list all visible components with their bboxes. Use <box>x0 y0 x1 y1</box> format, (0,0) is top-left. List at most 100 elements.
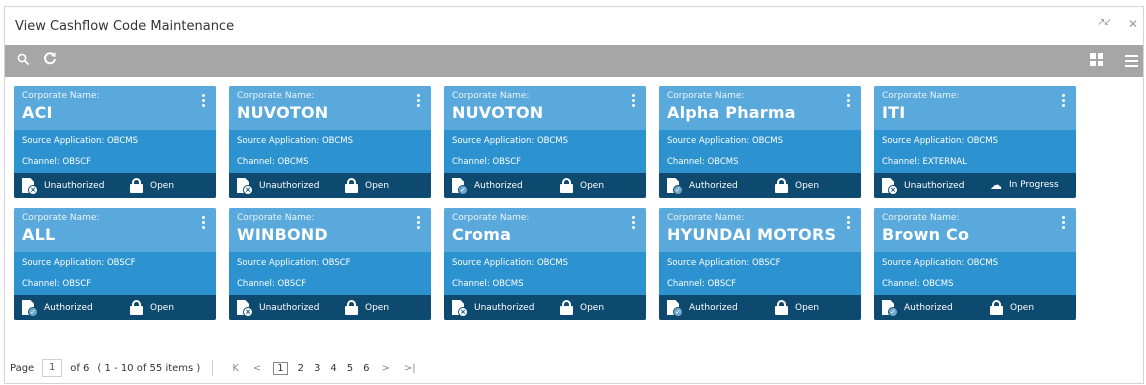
status-label: Open <box>150 180 175 191</box>
page-number-1[interactable]: 1 <box>273 361 288 375</box>
first-page-icon[interactable]: K <box>232 363 239 374</box>
page-number-5[interactable]: 5 <box>347 363 353 374</box>
authorization-label: Unauthorized <box>44 180 105 191</box>
authorization-label: Authorized <box>44 302 93 313</box>
record-status: Open <box>560 300 604 315</box>
kebab-menu-icon[interactable] <box>847 216 851 231</box>
kebab-menu-icon[interactable] <box>1062 94 1066 109</box>
next-page-icon[interactable]: > <box>382 363 390 374</box>
corporate-name-label: Corporate Name: <box>452 213 530 223</box>
card-header: Corporate Name: ALL <box>14 208 216 252</box>
kebab-menu-icon[interactable] <box>417 216 421 231</box>
corporate-card[interactable]: Corporate Name: Croma Source Application… <box>444 208 646 320</box>
corporate-name-label: Corporate Name: <box>22 213 100 223</box>
card-details: Source Application: OBCMS Channel: OBCMS <box>874 252 1076 295</box>
record-status: Open <box>130 300 174 315</box>
grid-view-icon[interactable] <box>1090 53 1103 66</box>
cross-badge-icon: × <box>458 306 468 317</box>
channel: Channel: OBCMS <box>452 279 524 289</box>
card-footer: ✓ Authorized Open <box>659 173 861 198</box>
list-view-icon[interactable] <box>1125 55 1138 70</box>
status-label: Open <box>580 180 605 191</box>
kebab-menu-icon[interactable] <box>847 94 851 109</box>
kebab-menu-icon[interactable] <box>417 94 421 109</box>
channel: Channel: OBSCF <box>22 157 92 167</box>
search-icon[interactable] <box>17 53 30 70</box>
minimize-icon[interactable]: ↗↙ <box>1097 17 1112 28</box>
unlock-icon <box>775 300 788 315</box>
corporate-card[interactable]: Corporate Name: ACI Source Application: … <box>14 86 216 198</box>
corporate-name-label: Corporate Name: <box>882 91 960 101</box>
authorization-label: Unauthorized <box>474 302 535 313</box>
unlock-icon <box>345 178 358 193</box>
status-label: Open <box>1010 302 1035 313</box>
cross-badge-icon: × <box>243 184 253 195</box>
corporate-card[interactable]: Corporate Name: HYUNDAI MOTORS Source Ap… <box>659 208 861 320</box>
card-header: Corporate Name: NUVOTON <box>444 86 646 130</box>
card-footer: ✓ Authorized Open <box>444 173 646 198</box>
page-number-6[interactable]: 6 <box>363 363 369 374</box>
cross-badge-icon: × <box>28 184 38 195</box>
corporate-name-label: Corporate Name: <box>882 213 960 223</box>
check-badge-icon: ✓ <box>458 184 468 195</box>
source-application: Source Application: OBCMS <box>667 136 783 146</box>
source-application: Source Application: OBCMS <box>452 258 568 268</box>
close-icon[interactable]: ✕ <box>1128 17 1138 31</box>
corporate-name: Alpha Pharma <box>667 103 796 122</box>
in-progress-icon: ☁ <box>990 178 1002 192</box>
corporate-card[interactable]: Corporate Name: NUVOTON Source Applicati… <box>229 86 431 198</box>
unlock-icon <box>130 300 143 315</box>
corporate-card[interactable]: Corporate Name: NUVOTON Source Applicati… <box>444 86 646 198</box>
page-number-4[interactable]: 4 <box>330 363 336 374</box>
source-application: Source Application: OBSCF <box>237 258 351 268</box>
page-label: Page <box>10 362 35 374</box>
check-badge-icon: ✓ <box>28 306 38 317</box>
unlock-icon <box>130 178 143 193</box>
card-details: Source Application: OBCMS Channel: EXTER… <box>874 130 1076 173</box>
source-application: Source Application: OBSCF <box>667 258 781 268</box>
authorization-label: Unauthorized <box>904 180 965 191</box>
authorization-status: × Unauthorized <box>237 178 319 195</box>
card-footer: × Unauthorized Open <box>444 295 646 320</box>
source-application: Source Application: OBCMS <box>882 136 998 146</box>
record-status: Open <box>775 300 819 315</box>
kebab-menu-icon[interactable] <box>202 216 206 231</box>
corporate-card[interactable]: Corporate Name: WINBOND Source Applicati… <box>229 208 431 320</box>
unlock-icon <box>560 178 573 193</box>
cross-badge-icon: × <box>243 306 253 317</box>
card-footer: × Unauthorized Open <box>229 295 431 320</box>
authorization-label: Unauthorized <box>259 302 320 313</box>
corporate-card[interactable]: Corporate Name: Brown Co Source Applicat… <box>874 208 1076 320</box>
status-label: Open <box>365 180 390 191</box>
page-number-2[interactable]: 2 <box>298 363 304 374</box>
authorization-status: ✓ Authorized <box>882 300 953 317</box>
corporate-name-label: Corporate Name: <box>237 213 315 223</box>
corporate-card[interactable]: Corporate Name: ITI Source Application: … <box>874 86 1076 198</box>
prev-page-icon[interactable]: < <box>253 363 261 374</box>
kebab-menu-icon[interactable] <box>632 94 636 109</box>
source-application: Source Application: OBSCF <box>22 258 136 268</box>
last-page-icon[interactable]: >| <box>404 363 416 374</box>
card-header: Corporate Name: Brown Co <box>874 208 1076 252</box>
authorization-label: Authorized <box>474 180 523 191</box>
status-label: Open <box>365 302 390 313</box>
refresh-icon[interactable] <box>43 51 57 69</box>
corporate-name: NUVOTON <box>237 103 329 122</box>
card-footer: × Unauthorized Open <box>229 173 431 198</box>
record-status: Open <box>130 178 174 193</box>
authorization-status: × Unauthorized <box>452 300 535 317</box>
kebab-menu-icon[interactable] <box>632 216 636 231</box>
corporate-card[interactable]: Corporate Name: ALL Source Application: … <box>14 208 216 320</box>
channel: Channel: OBSCF <box>22 279 92 289</box>
channel: Channel: OBCMS <box>882 279 954 289</box>
page-number-3[interactable]: 3 <box>314 363 320 374</box>
kebab-menu-icon[interactable] <box>202 94 206 109</box>
kebab-menu-icon[interactable] <box>1062 216 1066 231</box>
card-footer: ✓ Authorized Open <box>659 295 861 320</box>
corporate-card[interactable]: Corporate Name: Alpha Pharma Source Appl… <box>659 86 861 198</box>
page-input[interactable]: 1 <box>42 359 63 377</box>
cross-badge-icon: × <box>888 184 898 195</box>
corporate-name-label: Corporate Name: <box>667 91 745 101</box>
authorization-status: ✓ Authorized <box>667 178 738 195</box>
channel: Channel: EXTERNAL <box>882 157 967 167</box>
